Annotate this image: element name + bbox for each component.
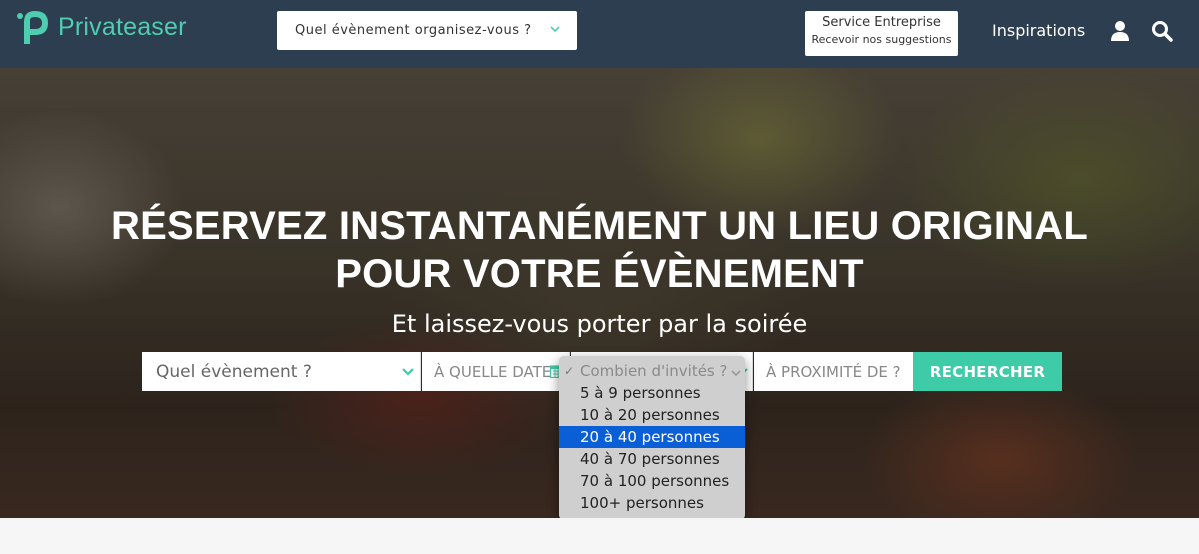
search-date-field[interactable]: À QUELLE DATE ? (422, 352, 570, 391)
guests-dropdown-menu: ✓ Combien d'invités ? 5 à 9 personnes 10… (559, 356, 745, 518)
search-date-placeholder: À QUELLE DATE ? (434, 362, 565, 381)
hero-title: RÉSERVEZ INSTANTANÉMENT UN LIEU ORIGINAL… (0, 202, 1199, 298)
content-area (0, 518, 1199, 554)
logo-icon (17, 11, 48, 44)
search-button[interactable]: RECHERCHER (913, 352, 1062, 391)
guests-option-label: 10 à 20 personnes (580, 406, 720, 424)
inspirations-link[interactable]: Inspirations (992, 21, 1085, 40)
service-entreprise-label: Service Entreprise (822, 15, 941, 30)
guests-option[interactable]: 10 à 20 personnes (559, 404, 745, 426)
logo[interactable]: Privateaser (16, 8, 187, 46)
guests-option-label: 100+ personnes (580, 494, 704, 512)
guests-option-label: 20 à 40 personnes (580, 428, 720, 446)
chevron-down-icon (402, 368, 414, 376)
guests-option[interactable]: 100+ personnes (559, 492, 745, 514)
navbar: Privateaser Quel évènement organisez-vou… (0, 0, 1199, 68)
service-entreprise-button[interactable]: Service Entreprise Recevoir nos suggesti… (805, 11, 958, 56)
guests-option[interactable]: 70 à 100 personnes (559, 470, 745, 492)
hero-subtitle: Et laissez-vous porter par la soirée (391, 310, 808, 338)
chevron-down-icon (731, 370, 741, 377)
guests-option-label: 40 à 70 personnes (580, 450, 720, 468)
guests-option[interactable]: 40 à 70 personnes (559, 448, 745, 470)
user-icon[interactable] (1109, 20, 1131, 42)
guests-option-label: 70 à 100 personnes (580, 472, 730, 490)
search-event-select[interactable]: Quel évènement ? (142, 352, 421, 391)
hero-title-line2: POUR VOTRE ÉVÈNEMENT (335, 252, 864, 296)
brand-name: Privateaser (58, 12, 187, 41)
search-event-placeholder: Quel évènement ? (156, 361, 312, 382)
hero-banner: RÉSERVEZ INSTANTANÉMENT UN LIEU ORIGINAL… (0, 68, 1199, 518)
guests-option[interactable]: 5 à 9 personnes (559, 382, 745, 404)
hero-title-line1: RÉSERVEZ INSTANTANÉMENT UN LIEU ORIGINAL (111, 204, 1088, 248)
search-icon[interactable] (1151, 20, 1173, 42)
guests-option-highlighted[interactable]: 20 à 40 personnes (559, 426, 745, 448)
event-type-select-label: Quel évènement organisez-vous ? (295, 23, 532, 38)
search-proximity-placeholder: À PROXIMITÉ DE ? (766, 362, 901, 381)
guests-option[interactable]: ✓ Combien d'invités ? (559, 360, 745, 382)
guests-option-label: 5 à 9 personnes (580, 384, 701, 402)
event-type-select[interactable]: Quel évènement organisez-vous ? (277, 11, 577, 50)
checkmark-icon: ✓ (564, 364, 575, 378)
search-proximity-input[interactable]: À PROXIMITÉ DE ? (754, 352, 913, 391)
chevron-down-icon (550, 26, 560, 33)
guests-option-label: Combien d'invités ? (580, 362, 728, 380)
service-entreprise-sublabel: Recevoir nos suggestions (811, 33, 952, 46)
